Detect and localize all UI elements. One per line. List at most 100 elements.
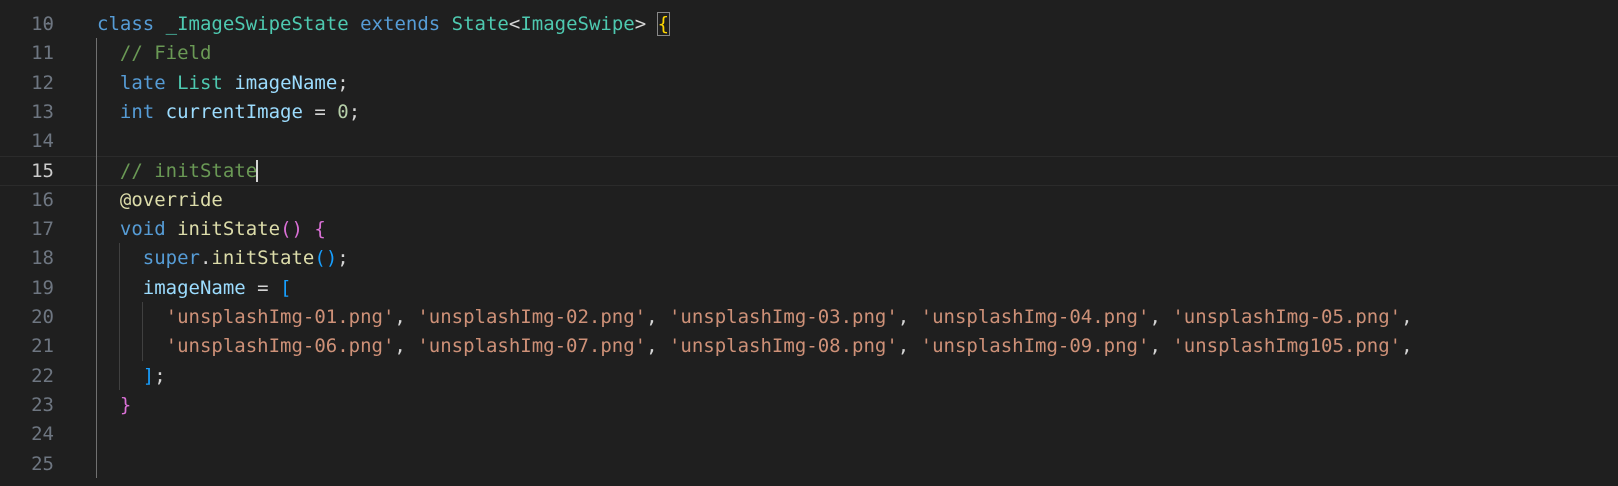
code-token: 'unsplashImg-07.png' xyxy=(417,335,647,358)
code-token: , xyxy=(1401,335,1413,358)
code-token: // initState xyxy=(119,159,258,182)
line-number: 25 xyxy=(31,452,54,475)
code-token: ; xyxy=(337,247,349,270)
code-line-19[interactable]: 19 imageName = [ xyxy=(0,273,1618,303)
code-token: super xyxy=(142,247,200,270)
code-text[interactable]: late List imageName; xyxy=(97,68,349,98)
code-line-11[interactable]: 11 // Field xyxy=(0,38,1618,68)
code-line-23[interactable]: 23 } xyxy=(0,390,1618,420)
code-text[interactable]: void initState() { xyxy=(97,214,326,244)
code-token: 0 xyxy=(337,100,349,123)
code-text[interactable]: // Field xyxy=(97,38,212,68)
line-number: 19 xyxy=(31,276,54,299)
code-token: extends xyxy=(360,13,441,35)
code-token: , xyxy=(394,335,418,358)
code-token: , xyxy=(646,335,669,358)
line-number: 14 xyxy=(31,130,54,153)
line-number: 18 xyxy=(31,247,54,270)
code-token: 'unsplashImg-06.png' xyxy=(165,335,395,358)
code-text[interactable]: ]; xyxy=(97,361,166,391)
indent-guide xyxy=(141,302,143,361)
code-line-14[interactable]: 14 xyxy=(0,126,1618,156)
code-token: imageName xyxy=(142,276,246,299)
code-line-22[interactable]: 22 ]; xyxy=(0,361,1618,391)
code-editor[interactable]: - 10 class _ImageSwipeState extends State… xyxy=(0,0,1618,486)
line-number: 16 xyxy=(31,188,54,211)
code-line-25[interactable]: 25 xyxy=(0,449,1618,479)
code-token: ; xyxy=(154,364,166,387)
code-token: currentImage xyxy=(165,100,303,123)
code-token: @override xyxy=(119,188,223,211)
code-token: class xyxy=(97,13,155,35)
code-token: { xyxy=(656,12,671,36)
code-text[interactable]: super.initState(); xyxy=(97,243,349,273)
code-token: initState xyxy=(211,247,315,270)
code-token: int xyxy=(119,100,155,123)
code-text[interactable]: // initState xyxy=(97,157,259,185)
code-line-20[interactable]: 20 'unsplashImg-01.png', 'unsplashImg-02… xyxy=(0,302,1618,332)
line-number: 20 xyxy=(31,306,54,328)
code-token: 'unsplashImg-01.png' xyxy=(165,306,395,328)
code-token: > xyxy=(634,13,647,35)
indent-guide xyxy=(118,243,120,390)
indent-guide xyxy=(96,38,97,478)
code-text[interactable]: } xyxy=(97,390,131,420)
line-number: 11 xyxy=(31,42,54,65)
code-line-18[interactable]: 18 super.initState(); xyxy=(0,243,1618,273)
line-number: 21 xyxy=(31,335,54,358)
code-token: State xyxy=(451,13,509,35)
code-token: , xyxy=(1149,306,1173,328)
line-number: 12 xyxy=(31,71,54,94)
code-token: imageName xyxy=(234,71,338,94)
text-cursor xyxy=(256,160,259,182)
code-line-13[interactable]: 13 int currentImage = 0; xyxy=(0,97,1618,127)
code-token: _ImageSwipeState xyxy=(165,13,349,35)
code-token: 'unsplashImg-08.png' xyxy=(668,335,898,358)
line-number: 23 xyxy=(31,393,54,416)
code-line-21[interactable]: 21 'unsplashImg-06.png', 'unsplashImg-07… xyxy=(0,331,1618,361)
code-token: 'unsplashImg105.png' xyxy=(1172,335,1402,358)
code-text[interactable]: 'unsplashImg-06.png', 'unsplashImg-07.pn… xyxy=(97,331,1413,361)
code-text[interactable]: int currentImage = 0; xyxy=(97,97,360,127)
code-token: = xyxy=(302,100,338,123)
code-line-10[interactable]: 10 class _ImageSwipeState extends State<I… xyxy=(0,9,1618,39)
code-text[interactable]: imageName = [ xyxy=(97,273,292,303)
code-token: // Field xyxy=(119,42,212,65)
code-text[interactable]: @override xyxy=(97,185,223,215)
code-line-24[interactable]: 24 xyxy=(0,419,1618,449)
line-number: 15 xyxy=(31,159,54,182)
code-token: } xyxy=(119,393,132,416)
line-number: 24 xyxy=(31,423,54,446)
code-token: . xyxy=(199,247,212,270)
code-token: 'unsplashImg-02.png' xyxy=(417,306,647,328)
code-line-15[interactable]: 15 // initState xyxy=(0,155,1618,186)
code-token: 'unsplashImg-03.png' xyxy=(668,306,898,328)
code-token: () xyxy=(280,218,303,241)
code-token: ] xyxy=(142,364,155,387)
code-line-12[interactable]: 12 late List imageName; xyxy=(0,68,1618,98)
code-line-17[interactable]: 17 void initState() { xyxy=(0,214,1618,244)
code-token: , xyxy=(394,306,418,328)
code-token: = xyxy=(245,276,281,299)
code-token: List xyxy=(177,71,223,94)
code-text[interactable]: 'unsplashImg-01.png', 'unsplashImg-02.pn… xyxy=(97,302,1413,332)
code-token: () xyxy=(314,247,338,270)
code-line-16[interactable]: 16 @override xyxy=(0,185,1618,215)
code-text[interactable]: class _ImageSwipeState extends State<Ima… xyxy=(97,9,671,39)
code-token: initState xyxy=(177,218,281,241)
code-token: 'unsplashImg-04.png' xyxy=(920,306,1150,328)
